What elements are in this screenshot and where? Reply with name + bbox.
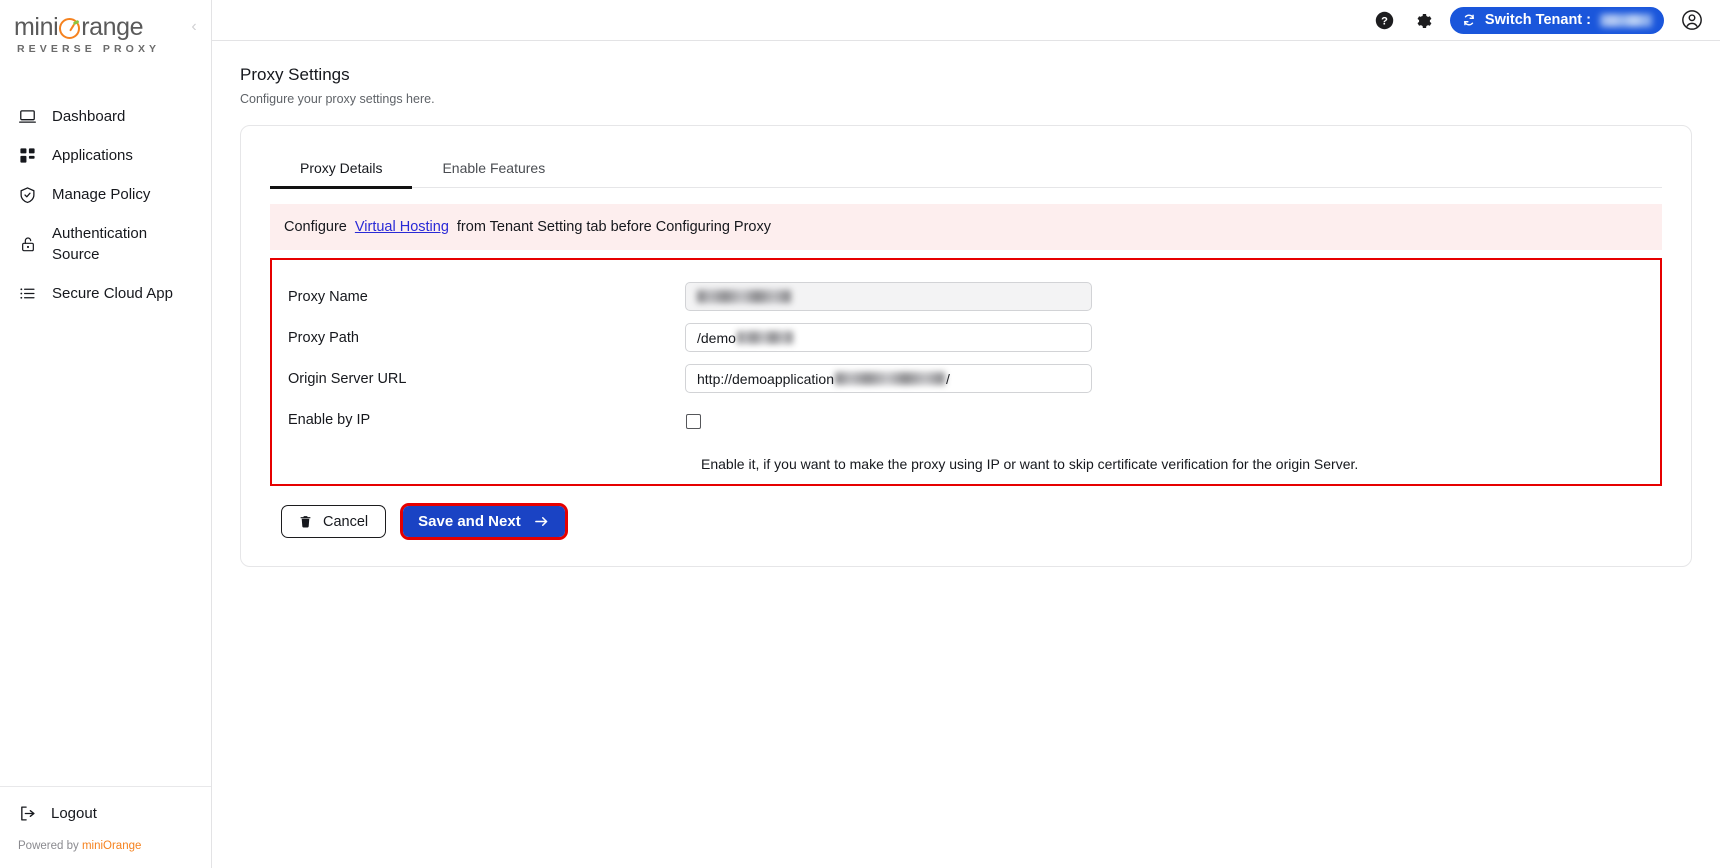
sidebar-item-dashboard[interactable]: Dashboard	[0, 97, 211, 136]
tab-proxy-details[interactable]: Proxy Details	[270, 154, 413, 189]
powered-by-prefix: Powered by	[18, 840, 82, 852]
brand-wordmark: mini range	[14, 13, 211, 41]
origin-server-url-input[interactable]: http://demoapplication /	[685, 364, 1092, 393]
save-and-next-highlight: Save and Next	[400, 503, 568, 540]
help-circle-icon[interactable]: ?	[1374, 9, 1396, 31]
switch-tenant-button[interactable]: Switch Tenant :	[1449, 6, 1664, 34]
enable-by-ip-checkbox-wrap	[685, 410, 701, 429]
sidebar-collapse-chevron-left-icon[interactable]: ‹	[185, 18, 203, 36]
form-row-proxy-path: Proxy Path /demo	[272, 317, 1660, 358]
proxy-name-value-redacted	[697, 290, 791, 303]
enable-by-ip-hint: Enable it, if you want to make the proxy…	[701, 456, 1359, 472]
proxy-name-input[interactable]	[685, 282, 1092, 311]
origin-server-url-value-prefix: http://demoapplication	[697, 370, 834, 387]
sidebar-item-manage-policy[interactable]: Manage Policy	[0, 175, 211, 214]
origin-server-url-value-suffix: /	[945, 370, 950, 387]
sidebar-item-applications[interactable]: Applications	[0, 136, 211, 175]
sidebar-item-label: Secure Cloud App	[52, 285, 173, 303]
brand-name-part1: mini	[14, 13, 59, 41]
logout-button[interactable]: Logout	[18, 803, 193, 824]
tab-enable-features[interactable]: Enable Features	[412, 154, 575, 187]
page-content: Proxy Settings Configure your proxy sett…	[212, 41, 1720, 567]
main-area: ? Switch Tenant : Proxy Settings Configu…	[212, 0, 1720, 868]
gear-icon[interactable]	[1412, 9, 1434, 31]
sidebar-item-label: Dashboard	[52, 108, 126, 126]
list-icon	[18, 283, 37, 304]
origin-server-url-label: Origin Server URL	[288, 370, 407, 387]
proxy-name-label: Proxy Name	[288, 288, 368, 305]
brand-name-part2: range	[81, 13, 144, 41]
refresh-icon	[1462, 13, 1476, 27]
virtual-hosting-alert: Configure Virtual Hosting from Tenant Se…	[270, 204, 1662, 250]
sidebar: mini range REVERSE PROXY ‹ Dashboard App…	[0, 0, 212, 868]
user-circle-icon[interactable]	[1680, 8, 1704, 32]
enable-by-ip-checkbox[interactable]	[686, 414, 701, 429]
unlock-icon	[18, 234, 37, 255]
proxy-path-value-redacted	[736, 331, 793, 344]
form-row-origin-server-url: Origin Server URL http://demoapplication…	[272, 358, 1660, 399]
save-and-next-label: Save and Next	[418, 513, 521, 530]
cancel-button[interactable]: Cancel	[281, 505, 387, 538]
monitor-icon	[18, 106, 37, 127]
sidebar-nav: Dashboard Applications Manage Policy Aut…	[0, 97, 211, 313]
topbar: ? Switch Tenant :	[212, 0, 1720, 41]
logout-icon	[18, 803, 37, 824]
powered-by-text: Powered by miniOrange	[18, 840, 193, 852]
virtual-hosting-link[interactable]: Virtual Hosting	[355, 219, 449, 235]
enable-by-ip-label: Enable by IP	[288, 411, 371, 428]
svg-text:?: ?	[1382, 15, 1389, 27]
brand-logo: mini range REVERSE PROXY	[0, 0, 211, 56]
logout-label: Logout	[51, 805, 97, 822]
alert-text-before: Configure	[284, 219, 347, 235]
sidebar-item-label: Manage Policy	[52, 186, 151, 204]
save-and-next-button[interactable]: Save and Next	[403, 506, 565, 537]
sidebar-item-authentication-source[interactable]: Authentication Source	[0, 214, 211, 274]
origin-server-url-value-redacted	[834, 372, 945, 385]
trash-icon	[299, 514, 312, 529]
sidebar-item-secure-cloud-app[interactable]: Secure Cloud App	[0, 274, 211, 313]
proxy-settings-card: Proxy Details Enable Features Configure …	[240, 125, 1692, 567]
proxy-details-form-highlight: Proxy Name Proxy Path /demo Origin Serve…	[270, 258, 1662, 486]
sidebar-footer: Logout Powered by miniOrange	[0, 786, 211, 868]
alert-text-after: from Tenant Setting tab before Configuri…	[456, 219, 771, 235]
shield-check-icon	[18, 184, 37, 205]
proxy-path-input[interactable]: /demo	[685, 323, 1092, 352]
grid-icon	[18, 145, 37, 166]
powered-by-brand: miniOrange	[81, 840, 142, 852]
tab-bar: Proxy Details Enable Features	[270, 126, 1662, 189]
proxy-path-value: /demo	[697, 329, 736, 346]
form-row-proxy-name: Proxy Name	[272, 276, 1660, 317]
brand-orange-o-icon	[59, 17, 81, 39]
switch-tenant-label: Switch Tenant :	[1484, 12, 1591, 28]
switch-tenant-value-redacted	[1600, 13, 1652, 27]
app-root: mini range REVERSE PROXY ‹ Dashboard App…	[0, 0, 1720, 868]
form-row-enable-by-ip: Enable by IP	[272, 399, 1660, 440]
cancel-label: Cancel	[323, 513, 369, 530]
page-subtitle: Configure your proxy settings here.	[240, 92, 435, 106]
sidebar-item-label: Authentication Source	[52, 225, 148, 264]
page-title: Proxy Settings	[240, 65, 350, 84]
proxy-path-label: Proxy Path	[288, 329, 359, 346]
sidebar-item-label: Applications	[52, 147, 133, 165]
arrow-right-icon	[533, 514, 550, 529]
brand-subtitle: REVERSE PROXY	[17, 43, 161, 56]
form-actions: Cancel Save and Next	[270, 503, 1662, 540]
